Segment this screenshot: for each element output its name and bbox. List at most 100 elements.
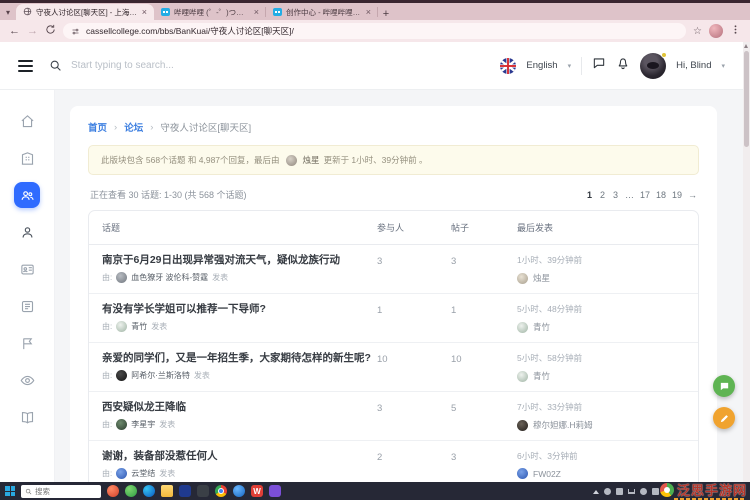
last-user-link[interactable]: 烛星 [533,272,550,284]
tray-app-icon[interactable] [616,487,623,495]
taskbar-search-input[interactable] [35,486,97,496]
breadcrumb-forum-link[interactable]: 论坛 [124,120,143,134]
last-user-link[interactable]: 青竹 [533,321,550,333]
taskbar-app-icon[interactable] [197,485,209,497]
wechat-float-button[interactable] [713,375,735,397]
sidebar-item-flag[interactable] [14,330,40,356]
taskbar-browser-icon[interactable] [107,485,119,497]
last-user-link[interactable]: 青竹 [533,370,550,382]
tab-search-chevron-icon[interactable]: ▾ [0,5,16,20]
url-text[interactable]: cassellcollege.com/bbs/BanKuai/守夜人讨论区[聊天… [86,25,294,37]
topic-title-link[interactable]: 有没有学长学姐可以推荐一下导师? [102,303,377,316]
table-row: 亲爱的同学们，又是一年招生季，大家期待怎样的新生呢? 由: 阿希尔·兰斯洛特 发… [89,343,698,392]
tray-settings-icon[interactable] [652,487,659,495]
tab-close-icon[interactable]: × [366,7,371,17]
taskbar-chrome-icon[interactable] [215,485,227,497]
taskbar-wps-icon[interactable]: W [251,485,263,497]
user-avatar[interactable] [640,51,668,79]
author-link[interactable]: 血色獠牙 波伦科-赞霆 [131,272,208,283]
url-field[interactable]: cassellcollege.com/bbs/BanKuai/守夜人讨论区[聊天… [63,23,687,39]
author-link[interactable]: 阿希尔·兰斯洛特 [131,370,190,381]
tray-input-icon[interactable] [640,487,647,495]
scrollbar[interactable] [743,42,750,482]
sidebar-item-forum-active[interactable] [14,182,40,208]
search-icon [25,488,32,494]
last-user-avatar [517,468,528,479]
sidebar-item-home[interactable] [14,108,40,134]
tab-close-icon[interactable]: × [142,7,147,17]
author-link[interactable]: 云堂结 [131,468,155,479]
site-settings-icon[interactable] [71,27,80,36]
taskbar-explorer-icon[interactable] [161,485,173,497]
taskbar-app-icon[interactable] [269,485,281,497]
tab-close-icon[interactable]: × [254,7,259,17]
topic-title-link[interactable]: 亲爱的同学们，又是一年招生季，大家期待怎样的新生呢? [102,352,377,365]
topic-title-link[interactable]: 西安疑似龙王降临 [102,401,377,414]
notifications-bell-icon[interactable] [616,56,630,75]
sidebar-item-id-card[interactable] [14,256,40,282]
messages-icon[interactable] [592,56,606,75]
taskbar-app-icon[interactable] [179,485,191,497]
chevron-down-icon[interactable]: ▾ [721,62,725,70]
compose-float-button[interactable] [713,407,735,429]
search-input[interactable] [71,60,291,71]
taskbar-wechat-icon[interactable] [125,485,137,497]
page-number[interactable]: 18 [656,190,666,200]
forum-card: 首页 › 论坛 › 守夜人讨论区[聊天区] 此版块包含 568个话题 和 4,9… [70,106,717,482]
browser-tab-creator-center[interactable]: 创作中心 - 哔哩哔哩弹幕视频… × [266,4,378,20]
taskbar-qq-icon[interactable] [233,485,245,497]
browser-menu-icon[interactable] [730,22,741,40]
notice-user-avatar [285,154,297,166]
sidebar-item-watch[interactable] [14,367,40,393]
main-content: 首页 › 论坛 › 守夜人讨论区[聊天区] 此版块包含 568个话题 和 4,9… [55,90,743,482]
breadcrumb-home-link[interactable]: 首页 [88,120,107,134]
last-user-link[interactable]: 穆尔妲娜.H莉姆 [533,419,593,431]
start-button[interactable] [5,486,15,496]
chevron-down-icon[interactable]: ▾ [568,62,572,70]
page-number[interactable]: 17 [640,190,650,200]
browser-tab-bilibili[interactable]: 哔哩哔哩 (゜-゜)つロ 干杯~-b… × [154,4,266,20]
page-number-current[interactable]: 1 [586,190,593,200]
address-bar: ← → cassellcollege.com/bbs/BanKuai/守夜人讨论… [0,20,750,42]
notice-text-after: 更新于 1小时、39分钟前 。 [323,155,428,165]
last-user-link[interactable]: FW02Z [533,469,561,479]
menu-hamburger-icon[interactable] [18,59,33,72]
topic-title-link[interactable]: 谢谢，装备部没惹任何人 [102,450,377,463]
table-row: 有没有学长学姐可以推荐一下导师? 由: 青竹 发表 1 1 5小时、48分钟前 … [89,294,698,343]
page-number[interactable]: 3 [612,190,619,200]
language-selector[interactable]: English [526,60,557,71]
new-tab-button[interactable]: + [378,8,394,20]
bookmark-star-icon[interactable]: ☆ [693,26,702,37]
page-number[interactable]: 2 [599,190,606,200]
author-link[interactable]: 李星宇 [131,419,155,430]
author-link[interactable]: 青竹 [131,321,147,332]
pagination-next-icon[interactable]: → [688,190,697,200]
browser-tab-forum[interactable]: 守夜人讨论区[聊天区] - 上海… × [16,4,154,20]
list-meta-row: 正在查看 30 话题: 1-30 (共 568 个话题) 1 2 3 … 17 … [90,188,697,201]
sidebar-item-library[interactable] [14,404,40,430]
tray-volume-icon[interactable] [628,488,635,494]
scrollbar-thumb[interactable] [744,51,749,147]
taskbar-search[interactable] [21,484,101,498]
author-avatar [116,419,128,431]
taskbar-edge-icon[interactable] [143,485,155,497]
user-greeting[interactable]: Hi, Blind [676,60,711,71]
tray-network-icon[interactable] [604,487,611,495]
tray-expand-icon[interactable] [593,490,599,494]
byline-prefix: 由: [102,273,113,283]
sidebar-item-news[interactable] [14,293,40,319]
topic-title-link[interactable]: 南京于6月29日出现异常强对流天气，疑似龙族行动 [102,254,377,267]
sidebar-item-campus[interactable] [14,145,40,171]
byline-suffix: 发表 [212,273,229,283]
last-user-avatar [517,419,528,431]
reload-button[interactable] [45,24,56,38]
byline-prefix: 由: [102,322,113,332]
page-number[interactable]: 19 [672,190,682,200]
back-button[interactable]: ← [9,25,20,37]
byline-suffix: 发表 [159,469,176,479]
browser-profile-avatar[interactable] [709,24,723,38]
scroll-up-icon[interactable] [744,44,748,48]
forward-button[interactable]: → [27,25,38,37]
sidebar-item-members[interactable] [14,219,40,245]
notice-user-link[interactable]: 烛星 [303,154,320,166]
